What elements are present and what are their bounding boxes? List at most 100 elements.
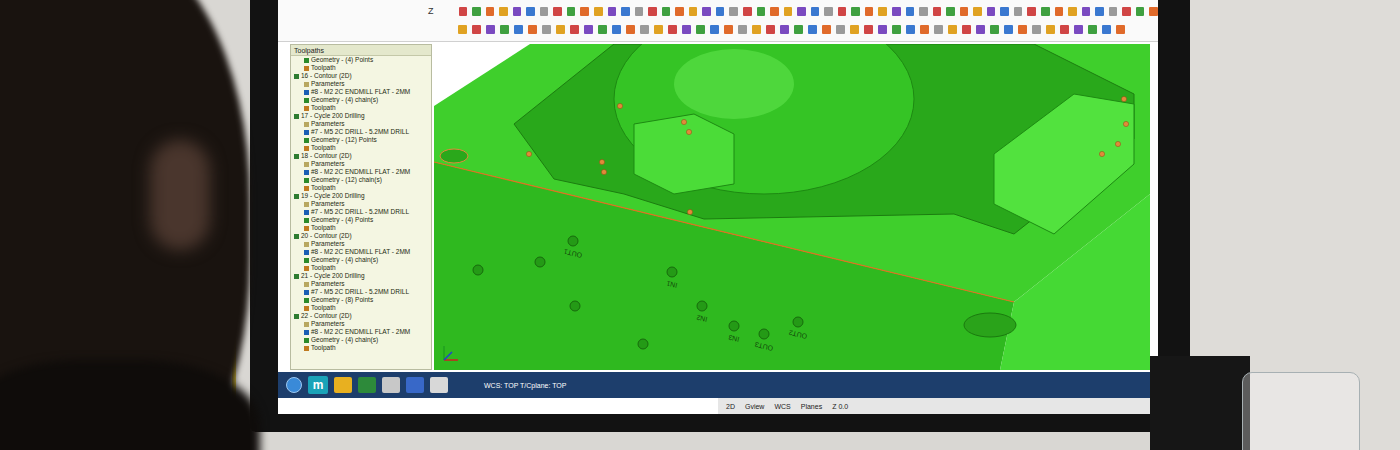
tool-icon[interactable] (513, 7, 522, 16)
tool-icon[interactable] (1032, 25, 1041, 34)
tree-item[interactable]: 18 - Contour (2D) (291, 152, 431, 160)
tool-icon[interactable] (1060, 25, 1069, 34)
app-icon[interactable] (382, 377, 400, 393)
tool-icon[interactable] (675, 7, 684, 16)
tree-item[interactable]: Geometry - (12) Points (291, 136, 431, 144)
tool-icon[interactable] (784, 7, 793, 16)
tree-item[interactable]: #8 - M2 2C ENDMILL FLAT - 2MM (291, 248, 431, 256)
tool-icon[interactable] (794, 25, 803, 34)
tool-icon[interactable] (757, 7, 766, 16)
tool-icon[interactable] (514, 25, 523, 34)
tree-item[interactable]: Toolpath (291, 144, 431, 152)
tool-icon[interactable] (648, 7, 657, 16)
tool-icon[interactable] (973, 7, 982, 16)
tree-item[interactable]: Geometry - (4) chain(s) (291, 96, 431, 104)
tree-item[interactable]: Toolpath (291, 184, 431, 192)
tree-item[interactable]: Parameters (291, 200, 431, 208)
tree-item[interactable]: 17 - Cycle 200 Drilling (291, 112, 431, 120)
tree-item[interactable]: Geometry - (4) Points (291, 56, 431, 64)
tool-icon[interactable] (948, 25, 957, 34)
tool-icon[interactable] (811, 7, 820, 16)
tool-icon[interactable] (486, 7, 495, 16)
tree-item[interactable]: #7 - M5 2C DRILL - 5.2MM DRILL (291, 208, 431, 216)
tool-icon[interactable] (1014, 7, 1023, 16)
app-icon[interactable] (406, 377, 424, 393)
tool-icon[interactable] (528, 25, 537, 34)
tool-icon[interactable] (662, 7, 671, 16)
tool-icon[interactable] (962, 25, 971, 34)
tree-item[interactable]: Geometry - (8) Points (291, 296, 431, 304)
tool-icon[interactable] (626, 25, 635, 34)
tool-icon[interactable] (987, 7, 996, 16)
tool-icon[interactable] (878, 7, 887, 16)
tool-icon[interactable] (976, 25, 985, 34)
tool-icon[interactable] (580, 7, 589, 16)
tool-icon[interactable] (584, 25, 593, 34)
tool-icon[interactable] (682, 25, 691, 34)
tool-icon[interactable] (654, 25, 663, 34)
tree-item[interactable]: Parameters (291, 240, 431, 248)
status-item[interactable]: 2D (726, 403, 735, 410)
tool-icon[interactable] (766, 25, 775, 34)
tree-item[interactable]: Geometry - (4) chain(s) (291, 336, 431, 344)
tool-icon[interactable] (1055, 7, 1064, 16)
tool-icon[interactable] (570, 25, 579, 34)
tool-icon[interactable] (946, 7, 955, 16)
status-item[interactable]: WCS (774, 403, 790, 410)
tool-icon[interactable] (824, 7, 833, 16)
tool-icon[interactable] (458, 25, 467, 34)
tool-icon[interactable] (526, 7, 535, 16)
tool-icon[interactable] (933, 7, 942, 16)
tool-icon[interactable] (1136, 7, 1145, 16)
tool-icon[interactable] (499, 7, 508, 16)
tree-item[interactable]: 20 - Contour (2D) (291, 232, 431, 240)
tool-icon[interactable] (612, 25, 621, 34)
tool-icon[interactable] (770, 7, 779, 16)
tool-icon[interactable] (851, 7, 860, 16)
tool-icon[interactable] (1122, 7, 1131, 16)
tool-icon[interactable] (934, 25, 943, 34)
tool-icon[interactable] (836, 25, 845, 34)
tool-icon[interactable] (598, 25, 607, 34)
tool-icon[interactable] (459, 7, 468, 16)
tree-item[interactable]: Toolpath (291, 304, 431, 312)
tool-icon[interactable] (1102, 25, 1111, 34)
tool-icon[interactable] (960, 7, 969, 16)
tree-item[interactable]: Geometry - (4) Points (291, 216, 431, 224)
tree-item[interactable]: #8 - M2 2C ENDMILL FLAT - 2MM (291, 328, 431, 336)
tool-icon[interactable] (838, 7, 847, 16)
tool-icon[interactable] (640, 25, 649, 34)
start-icon[interactable] (286, 377, 302, 393)
tree-item[interactable]: Toolpath (291, 264, 431, 272)
tool-icon[interactable] (906, 7, 915, 16)
tree-item[interactable]: Toolpath (291, 64, 431, 72)
tree-item[interactable]: Parameters (291, 280, 431, 288)
app-icon[interactable]: m (308, 376, 328, 394)
tool-icon[interactable] (724, 25, 733, 34)
tool-icon[interactable] (540, 7, 549, 16)
tree-item[interactable]: Toolpath (291, 224, 431, 232)
tool-icon[interactable] (1116, 25, 1125, 34)
tool-icon[interactable] (594, 7, 603, 16)
tool-icon[interactable] (689, 7, 698, 16)
tool-icon[interactable] (892, 7, 901, 16)
tool-icon[interactable] (990, 25, 999, 34)
tree-item[interactable]: 19 - Cycle 200 Drilling (291, 192, 431, 200)
tool-icon[interactable] (920, 25, 929, 34)
tool-icon[interactable] (567, 7, 576, 16)
tool-icon[interactable] (743, 7, 752, 16)
tool-icon[interactable] (1074, 25, 1083, 34)
tool-icon[interactable] (542, 25, 551, 34)
tool-icon[interactable] (1109, 7, 1118, 16)
tool-icon[interactable] (1068, 7, 1077, 16)
status-item[interactable]: Planes (801, 403, 822, 410)
tree-item[interactable]: Parameters (291, 160, 431, 168)
tool-icon[interactable] (850, 25, 859, 34)
status-item[interactable]: Gview (745, 403, 764, 410)
status-item[interactable]: Z 0.0 (832, 403, 848, 410)
tool-icon[interactable] (864, 25, 873, 34)
tool-icon[interactable] (710, 25, 719, 34)
tool-icon[interactable] (752, 25, 761, 34)
tool-icon[interactable] (500, 25, 509, 34)
tool-icon[interactable] (1004, 25, 1013, 34)
